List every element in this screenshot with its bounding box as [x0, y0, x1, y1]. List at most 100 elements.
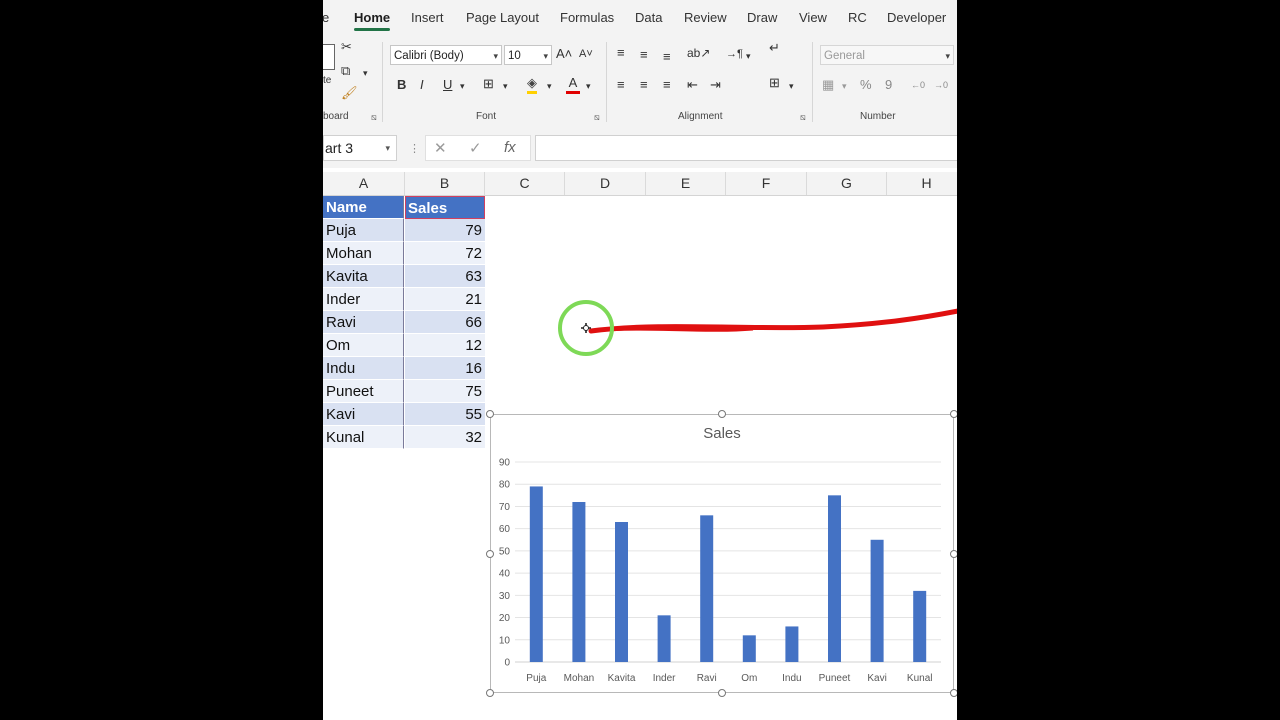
tab-file[interactable]: e — [323, 10, 329, 25]
dialog-launcher-icon[interactable]: ⧅ — [800, 112, 806, 123]
column-header-a[interactable]: A — [323, 172, 405, 195]
align-right-icon[interactable]: ≡ — [663, 76, 671, 94]
increase-indent-icon[interactable]: ⇥ — [710, 76, 721, 94]
name-cell[interactable]: Puneet — [323, 380, 404, 403]
chart-bar — [529, 486, 543, 662]
underline-icon[interactable]: U — [443, 76, 452, 94]
name-cell[interactable]: Ravi — [323, 311, 404, 334]
resize-handle[interactable] — [950, 689, 957, 697]
font-name-select[interactable]: Calibri (Body) ▾ — [390, 45, 502, 65]
copy-icon[interactable]: ⧉ — [341, 62, 350, 80]
column-header-b[interactable]: B — [405, 172, 485, 195]
align-center-icon[interactable]: ≡ — [640, 76, 648, 94]
fill-color-icon[interactable]: ◈ — [527, 75, 537, 94]
dialog-launcher-icon[interactable]: ⧅ — [594, 112, 600, 123]
formula-input[interactable] — [535, 135, 957, 161]
sales-cell[interactable]: 12 — [405, 334, 485, 357]
sales-cell[interactable]: 79 — [405, 219, 485, 242]
column-header-d[interactable]: D — [565, 172, 646, 195]
chevron-down-icon[interactable]: ▾ — [842, 77, 847, 95]
resize-handle[interactable] — [486, 410, 494, 418]
chevron-down-icon[interactable]: ▾ — [746, 47, 751, 65]
column-header-h[interactable]: H — [887, 172, 957, 195]
resize-handle[interactable] — [486, 689, 494, 697]
sales-cell[interactable]: 66 — [405, 311, 485, 334]
resize-handle[interactable] — [486, 550, 494, 558]
orientation-icon[interactable]: ab↗ — [687, 44, 710, 62]
resize-handle[interactable] — [718, 410, 726, 418]
chevron-down-icon[interactable]: ▾ — [586, 77, 591, 95]
chevron-down-icon[interactable]: ▾ — [789, 77, 794, 95]
number-format-select[interactable]: General ▾ — [820, 45, 954, 65]
name-cell[interactable]: Puja — [323, 219, 404, 242]
font-color-icon[interactable]: A — [566, 75, 580, 94]
name-cell[interactable]: Indu — [323, 357, 404, 380]
sales-cell[interactable]: 32 — [405, 426, 485, 449]
italic-icon[interactable]: I — [420, 76, 424, 94]
enter-icon[interactable]: ✓ — [469, 139, 482, 157]
paste-icon[interactable] — [323, 44, 335, 70]
sales-cell[interactable]: 55 — [405, 403, 485, 426]
cancel-icon[interactable]: ✕ — [434, 139, 447, 157]
comma-style-icon[interactable]: 9 — [885, 76, 892, 94]
resize-handle[interactable] — [718, 689, 726, 697]
tab-data[interactable]: Data — [635, 10, 662, 25]
chevron-down-icon[interactable]: ▾ — [547, 77, 552, 95]
text-direction-icon[interactable]: →¶ — [726, 45, 743, 63]
align-left-icon[interactable]: ≡ — [617, 76, 625, 94]
sales-cell[interactable]: 63 — [405, 265, 485, 288]
name-cell[interactable]: Om — [323, 334, 404, 357]
name-cell[interactable]: Mohan — [323, 242, 404, 265]
cut-icon[interactable]: ✂ — [341, 38, 352, 56]
bold-icon[interactable]: B — [397, 76, 406, 94]
header-cell-sales[interactable]: Sales — [405, 196, 485, 219]
column-header-e[interactable]: E — [646, 172, 726, 195]
resize-handle[interactable] — [950, 410, 957, 418]
increase-font-icon[interactable]: A˄ — [556, 45, 572, 63]
header-cell-name[interactable]: Name — [323, 196, 404, 219]
accounting-format-icon[interactable]: ▦ — [822, 76, 834, 94]
borders-icon[interactable]: ⊞ — [483, 75, 494, 93]
tab-view[interactable]: View — [799, 10, 827, 25]
insert-function-icon[interactable]: fx — [504, 139, 516, 156]
top-align-icon[interactable]: ≡ — [617, 44, 625, 62]
more-options-icon[interactable]: ⋮ — [409, 142, 420, 155]
chevron-down-icon[interactable]: ▾ — [363, 64, 368, 82]
decrease-indent-icon[interactable]: ⇤ — [687, 76, 698, 94]
name-cell[interactable]: Kavi — [323, 403, 404, 426]
increase-decimal-icon[interactable]: ←0 — [911, 76, 925, 94]
wrap-text-icon[interactable]: ↵ — [769, 39, 780, 57]
name-cell[interactable]: Kavita — [323, 265, 404, 288]
tab-developer[interactable]: Developer — [887, 10, 946, 25]
tab-draw[interactable]: Draw — [747, 10, 777, 25]
sales-cell[interactable]: 72 — [405, 242, 485, 265]
chevron-down-icon[interactable]: ▾ — [460, 77, 465, 95]
tab-rc[interactable]: RC — [848, 10, 867, 25]
sales-chart[interactable]: Sales 0 10 20 30 40 50 60 70 80 90 Puja Mohan Kavita… — [486, 410, 957, 697]
name-cell[interactable]: Kunal — [323, 426, 404, 449]
name-box[interactable]: art 3 ▾ — [323, 135, 397, 161]
middle-align-icon[interactable]: ≡ — [640, 46, 648, 64]
column-header-g[interactable]: G — [807, 172, 887, 195]
percent-icon[interactable]: % — [860, 76, 872, 94]
bottom-align-icon[interactable]: ≡ — [663, 48, 671, 66]
tab-home[interactable]: Home — [354, 10, 391, 31]
font-size-select[interactable]: 10 ▾ — [504, 45, 552, 65]
sales-cell[interactable]: 21 — [405, 288, 485, 311]
column-header-c[interactable]: C — [485, 172, 565, 195]
column-header-f[interactable]: F — [726, 172, 807, 195]
name-cell[interactable]: Inder — [323, 288, 404, 311]
sales-cell[interactable]: 16 — [405, 357, 485, 380]
decrease-font-icon[interactable]: A˅ — [579, 45, 593, 63]
decrease-decimal-icon[interactable]: →0 — [934, 76, 948, 94]
tab-insert[interactable]: Insert — [411, 10, 444, 25]
resize-handle[interactable] — [950, 550, 957, 558]
merge-center-icon[interactable]: ⊞ — [769, 74, 780, 92]
dialog-launcher-icon[interactable]: ⧅ — [371, 112, 377, 123]
chevron-down-icon[interactable]: ▾ — [503, 77, 508, 95]
tab-page-layout[interactable]: Page Layout — [466, 10, 539, 25]
sales-cell[interactable]: 75 — [405, 380, 485, 403]
tab-formulas[interactable]: Formulas — [560, 10, 614, 25]
tab-review[interactable]: Review — [684, 10, 727, 25]
format-painter-icon[interactable]: 🖌 — [341, 84, 358, 102]
